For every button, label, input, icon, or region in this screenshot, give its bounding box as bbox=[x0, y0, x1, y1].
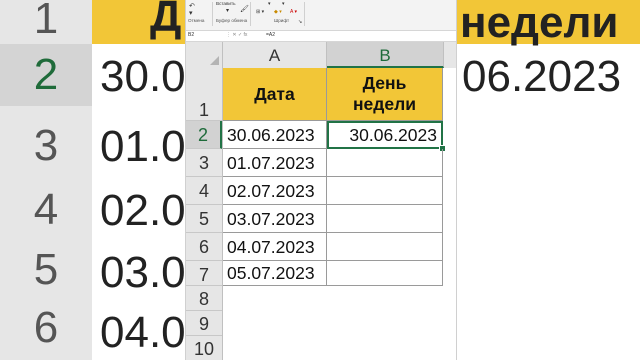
row-header-1[interactable]: 1 bbox=[186, 68, 222, 121]
ribbon-separator bbox=[304, 2, 305, 26]
bg-row-number: 3 bbox=[33, 121, 59, 170]
paste-button[interactable]: Вставить bbox=[216, 1, 235, 6]
bg-cell-text: 03.0 bbox=[100, 248, 186, 297]
bg-row-number: 6 bbox=[33, 303, 59, 352]
bg-row-number: 4 bbox=[33, 185, 59, 234]
row-header-2[interactable]: 2 bbox=[186, 121, 222, 149]
cell-b4[interactable] bbox=[327, 177, 443, 205]
bg-header-text-right: недели bbox=[460, 0, 619, 47]
excel-window: ↶ ▾ Отмена Вставить ▾ 🖌 Буфер обмена ▾ ▾… bbox=[186, 0, 456, 360]
bg-cell-text: 01.0 bbox=[100, 122, 186, 171]
header-b-line1: День bbox=[362, 73, 407, 93]
cell-b3[interactable] bbox=[327, 149, 443, 177]
bg-header-text: Д bbox=[150, 0, 182, 41]
cell-a4[interactable]: 02.07.2023 bbox=[223, 177, 327, 205]
select-all-button[interactable] bbox=[186, 42, 223, 68]
bg-row-number: 5 bbox=[33, 245, 59, 294]
ribbon: ↶ ▾ Отмена Вставить ▾ 🖌 Буфер обмена ▾ ▾… bbox=[186, 0, 456, 31]
column-header-a[interactable]: A bbox=[223, 42, 327, 68]
column-header-row: A B bbox=[186, 42, 456, 69]
cell-grid: Дата День недели 30.06.2023 30.06.2023 0… bbox=[223, 68, 456, 360]
undo-icon[interactable]: ↶ bbox=[189, 3, 195, 10]
bg-cell-text: 02.0 bbox=[100, 186, 186, 235]
row-header-7[interactable]: 7 bbox=[186, 261, 222, 286]
row-header-10[interactable]: 10 bbox=[186, 336, 222, 360]
name-box[interactable]: B2 bbox=[188, 32, 222, 39]
format-painter-icon[interactable]: 🖌 bbox=[240, 6, 249, 13]
formula-input[interactable]: =A2 bbox=[266, 32, 275, 39]
ribbon-separator bbox=[250, 2, 251, 26]
bg-row-number: 1 bbox=[33, 0, 59, 43]
cell-b7[interactable] bbox=[327, 261, 443, 286]
formula-bar: B2 ⋮ ✕ ✓ fx =A2 bbox=[186, 31, 456, 42]
clipboard-group-label: Буфер обмена bbox=[216, 18, 248, 23]
undo-group-label: Отмена bbox=[188, 18, 205, 23]
formula-bar-icons[interactable]: ⋮ ✕ ✓ fx bbox=[226, 32, 247, 38]
chevron-down-icon[interactable]: ▾ bbox=[226, 8, 229, 15]
cell-a5[interactable]: 03.07.2023 bbox=[223, 205, 327, 233]
cell-b2-selected[interactable]: 30.06.2023 bbox=[327, 121, 443, 149]
cell-b1-header[interactable]: День недели bbox=[327, 68, 443, 121]
bg-cell-text: 04.0 bbox=[100, 308, 186, 357]
ribbon-separator bbox=[212, 2, 213, 26]
row-header-6[interactable]: 6 bbox=[186, 233, 222, 261]
font-size-dropdown-icon[interactable]: ▾ bbox=[282, 1, 285, 8]
font-size-dropdown-icon[interactable]: ▾ bbox=[268, 1, 271, 8]
column-header-b[interactable]: B bbox=[327, 42, 444, 68]
select-all-triangle-icon bbox=[210, 56, 219, 65]
font-group-label: Шрифт bbox=[274, 18, 290, 23]
dialog-launcher-icon[interactable]: ↘ bbox=[298, 19, 302, 26]
row-header-8[interactable]: 8 bbox=[186, 286, 222, 311]
row-header-3[interactable]: 3 bbox=[186, 149, 222, 177]
cell-b6[interactable] bbox=[327, 233, 443, 261]
row-header-4[interactable]: 4 bbox=[186, 177, 222, 205]
row-header-9[interactable]: 9 bbox=[186, 311, 222, 336]
borders-icon[interactable]: ⊞ ▾ bbox=[256, 9, 264, 16]
header-b-line2: недели bbox=[352, 94, 417, 114]
chevron-down-icon[interactable]: ▾ bbox=[189, 10, 193, 17]
cell-a1-header[interactable]: Дата bbox=[223, 68, 327, 121]
fill-color-icon[interactable]: ◆ ▾ bbox=[274, 9, 282, 16]
bg-cell-text: 06.2023 bbox=[462, 52, 622, 101]
cell-b5[interactable] bbox=[327, 205, 443, 233]
cell-a6[interactable]: 04.07.2023 bbox=[223, 233, 327, 261]
cell-a3[interactable]: 01.07.2023 bbox=[223, 149, 327, 177]
font-color-icon[interactable]: A ▾ bbox=[290, 9, 297, 16]
cell-a2[interactable]: 30.06.2023 bbox=[223, 121, 327, 149]
cell-a7[interactable]: 05.07.2023 bbox=[223, 261, 327, 286]
row-number-column: 1 2 3 4 5 6 7 8 9 10 bbox=[186, 68, 223, 360]
bg-row-number-active: 2 bbox=[0, 44, 92, 106]
row-header-5[interactable]: 5 bbox=[186, 205, 222, 233]
